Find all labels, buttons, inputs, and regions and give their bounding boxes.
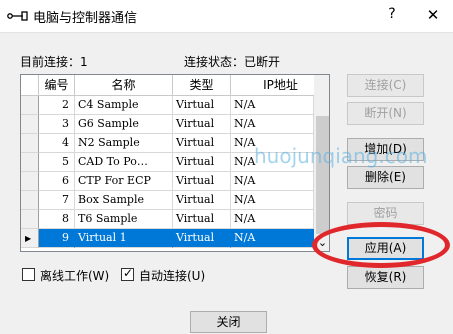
cell-name: C4 Sample <box>75 96 173 115</box>
delete-button[interactable]: 删除(E) <box>347 166 424 189</box>
disconnect-button[interactable]: 断开(N) <box>347 102 424 125</box>
cell-ip: N/A <box>231 229 314 248</box>
cell-type: Virtual <box>173 210 231 229</box>
cell-name: T6 Sample <box>75 210 173 229</box>
help-icon[interactable]: ? <box>382 6 402 26</box>
cell-num: 2 <box>39 96 75 115</box>
cell-num: 9 <box>39 229 75 248</box>
row-header-cell[interactable] <box>21 172 39 191</box>
offline-checkbox[interactable] <box>22 268 35 281</box>
row-header-cell[interactable] <box>21 210 39 229</box>
cell-type: Virtual <box>173 96 231 115</box>
cell-num: 5 <box>39 153 75 172</box>
table-row[interactable]: 7 Box Sample Virtual N/A <box>21 191 314 210</box>
scrollbar-thumb[interactable] <box>316 116 329 234</box>
window-title: 电脑与控制器通信 <box>33 11 138 26</box>
cell-name: N2 Sample <box>75 134 173 153</box>
title-bar: 电脑与控制器通信 ? ✕ <box>0 0 453 32</box>
cell-name: Virtual 1 <box>75 229 173 248</box>
cell-name: CAD To Po… <box>75 153 173 172</box>
cell-num: 7 <box>39 191 75 210</box>
cell-type: Virtual <box>173 191 231 210</box>
connection-icon <box>7 11 28 21</box>
row-header-cell[interactable]: ▶ <box>21 229 39 248</box>
cell-ip: N/A <box>231 191 314 210</box>
cell-ip: N/A <box>231 115 314 134</box>
cell-ip: N/A <box>231 96 314 115</box>
row-header-corner <box>21 75 39 96</box>
cell-name: CTP For ECP <box>75 172 173 191</box>
highlight-ring <box>312 222 450 268</box>
cell-num: 4 <box>39 134 75 153</box>
offline-checkbox-label: 离线工作(W) <box>40 269 110 283</box>
cell-name: Box Sample <box>75 191 173 210</box>
row-header-cell[interactable] <box>21 134 39 153</box>
table-row[interactable]: 2 C4 Sample Virtual N/A <box>21 96 314 115</box>
current-row-arrow-icon: ▶ <box>25 234 32 243</box>
checkmark-icon: ✓ <box>123 266 134 280</box>
row-header-cell[interactable] <box>21 96 39 115</box>
auto-connect-checkbox[interactable]: ✓ <box>121 266 134 281</box>
row-header-cell[interactable] <box>21 115 39 134</box>
restore-button[interactable]: 恢复(R) <box>347 266 424 289</box>
row-header-cell[interactable] <box>21 191 39 210</box>
cell-type: Virtual <box>173 153 231 172</box>
cell-type: Virtual <box>173 229 231 248</box>
cell-name: G6 Sample <box>75 115 173 134</box>
table-row[interactable]: 6 CTP For ECP Virtual N/A <box>21 172 314 191</box>
cell-num: 8 <box>39 210 75 229</box>
watermark-text: huojunqiang.com <box>254 144 428 168</box>
auto-connect-checkbox-label: 自动连接(U) <box>139 269 206 283</box>
grid-header: 编号 名称 类型 IP地址 <box>21 75 329 96</box>
cell-type: Virtual <box>173 172 231 191</box>
column-header-num[interactable]: 编号 <box>39 75 75 96</box>
table-row[interactable]: ▶ 9 Virtual 1 Virtual N/A <box>21 229 314 248</box>
connection-state-label: 连接状态：已断开 <box>184 55 281 69</box>
row-header-cell[interactable] <box>21 153 39 172</box>
cell-type: Virtual <box>173 134 231 153</box>
cell-num: 3 <box>39 115 75 134</box>
close-icon[interactable]: ✕ <box>423 6 443 26</box>
cell-ip: N/A <box>231 172 314 191</box>
cell-type: Virtual <box>173 115 231 134</box>
connect-button[interactable]: 连接(C) <box>347 74 424 97</box>
table-row[interactable]: 8 T6 Sample Virtual N/A <box>21 210 314 229</box>
cell-ip: N/A <box>231 210 314 229</box>
close-button[interactable]: 关闭 <box>190 311 267 333</box>
column-header-type[interactable]: 类型 <box>173 75 231 96</box>
cell-num: 6 <box>39 172 75 191</box>
current-connection-label: 目前连接：1 <box>20 55 88 69</box>
column-header-name[interactable]: 名称 <box>75 75 173 96</box>
table-row[interactable]: 3 G6 Sample Virtual N/A <box>21 115 314 134</box>
